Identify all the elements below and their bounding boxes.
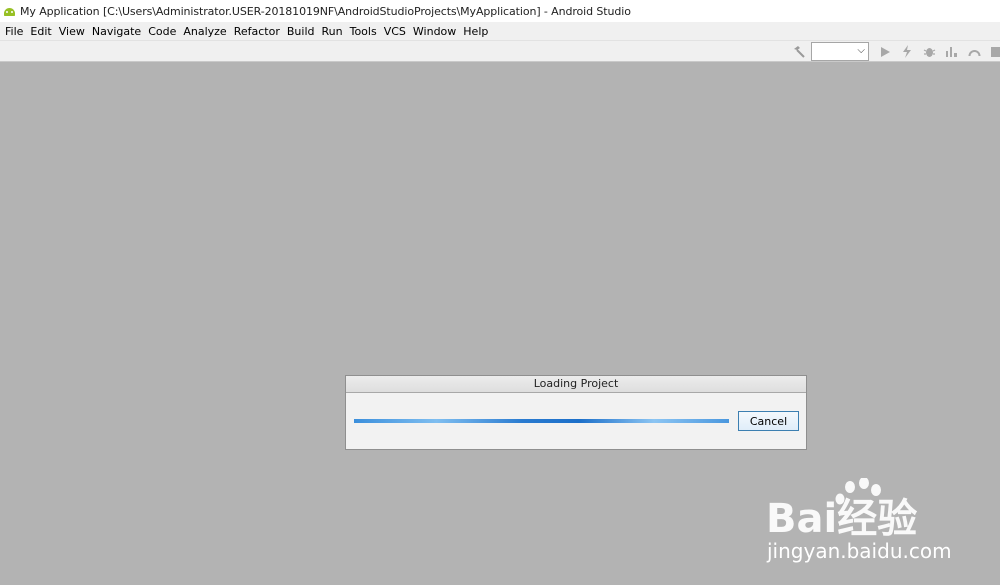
stop-icon[interactable] [988, 44, 1000, 59]
menu-build[interactable]: Build [284, 25, 319, 38]
menu-help[interactable]: Help [460, 25, 492, 38]
menu-analyze[interactable]: Analyze [180, 25, 230, 38]
run-config-select[interactable]: ⌵ [811, 42, 869, 61]
debug-icon[interactable] [922, 44, 937, 59]
cancel-button[interactable]: Cancel [738, 411, 799, 431]
menu-edit[interactable]: Edit [27, 25, 55, 38]
window-title: My Application [C:\Users\Administrator.U… [20, 4, 631, 18]
menu-navigate[interactable]: Navigate [89, 25, 145, 38]
menu-window[interactable]: Window [410, 25, 460, 38]
menu-vcs[interactable]: VCS [381, 25, 410, 38]
title-bar: My Application [C:\Users\Administrator.U… [0, 0, 1000, 22]
loading-project-dialog: Loading Project Cancel [345, 375, 807, 450]
menu-view[interactable]: View [56, 25, 89, 38]
dialog-title: Loading Project [346, 376, 806, 393]
run-icon[interactable] [877, 44, 892, 59]
menu-bar: File Edit View Navigate Code Analyze Ref… [0, 22, 1000, 40]
apply-changes-icon[interactable] [899, 44, 914, 59]
menu-file[interactable]: File [2, 25, 27, 38]
attach-debugger-icon[interactable] [967, 44, 982, 59]
menu-code[interactable]: Code [145, 25, 180, 38]
watermark-site: jingyan.baidu.com [767, 539, 952, 563]
menu-refactor[interactable]: Refactor [231, 25, 284, 38]
loading-progress-bar [354, 419, 729, 423]
profile-icon[interactable] [944, 44, 959, 59]
watermark-logo-text: Bai经验 [766, 496, 917, 538]
hammer-icon[interactable] [791, 44, 806, 59]
chevron-down-icon: ⌵ [857, 45, 865, 56]
main-toolbar: ⌵ [0, 40, 1000, 62]
baidu-watermark-logo: Bai经验 [766, 478, 917, 538]
menu-run[interactable]: Run [319, 25, 347, 38]
android-studio-icon [3, 7, 16, 16]
menu-tools[interactable]: Tools [347, 25, 381, 38]
